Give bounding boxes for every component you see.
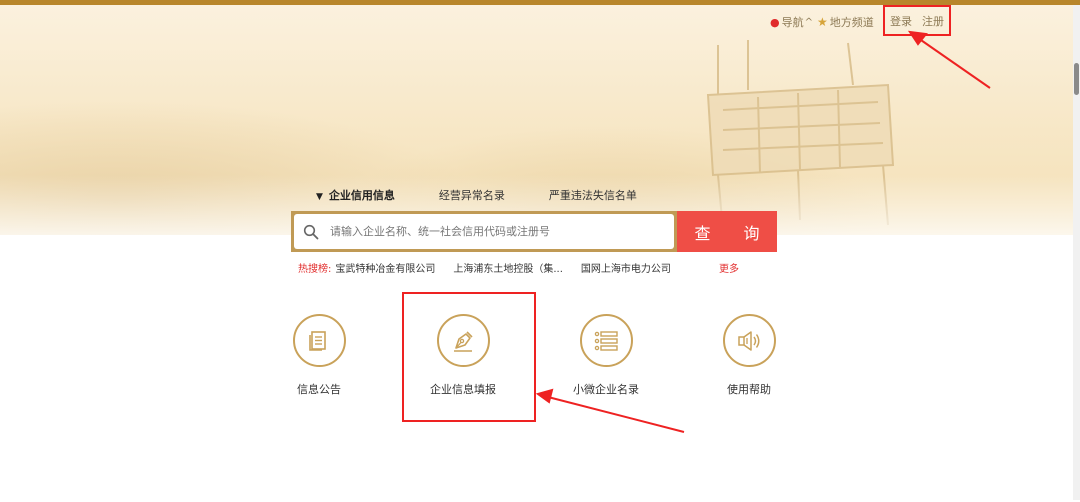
service-small-enterprise-list[interactable]: 小微企业名录 bbox=[551, 314, 661, 397]
service-help[interactable]: 使用帮助 bbox=[694, 314, 804, 397]
service-icon-circle[interactable] bbox=[722, 314, 776, 367]
star-icon: ★ bbox=[817, 15, 828, 29]
tab-label: 企业信用信息 bbox=[328, 189, 395, 202]
service-icon-circle[interactable] bbox=[292, 314, 346, 367]
local-channel-link[interactable]: ★ 地方频道 bbox=[817, 14, 874, 30]
service-label: 信息公告 bbox=[297, 383, 341, 396]
search-field bbox=[294, 214, 674, 249]
nav-menu[interactable]: ● 导航 ^ bbox=[770, 14, 813, 30]
tab-label: 经营异常名录 bbox=[438, 189, 505, 202]
highlight-box-enterprise-report bbox=[402, 292, 536, 422]
auth-links-highlight: 登录 注册 bbox=[883, 5, 951, 36]
annotation-arrow-report bbox=[547, 396, 685, 433]
hot-search-keyword[interactable]: 宝武特种冶金有限公司 bbox=[335, 260, 435, 275]
service-info-announcement[interactable]: 信息公告 bbox=[264, 314, 374, 397]
arrow-head-icon bbox=[535, 388, 554, 404]
tab-serious-violation-list[interactable]: 严重违法失信名单 bbox=[549, 187, 637, 203]
search-button[interactable]: 查 询 bbox=[677, 211, 777, 252]
search-bar: 查 询 bbox=[291, 211, 777, 252]
nav-label: 导航 bbox=[781, 16, 804, 29]
register-link[interactable]: 注册 bbox=[922, 13, 944, 29]
hot-search-row: 热搜榜: 宝武特种冶金有限公司 上海浦东土地控股（集... 国网上海市电力公司 … bbox=[298, 260, 739, 275]
tab-enterprise-credit[interactable]: ▼ 企业信用信息 bbox=[316, 187, 395, 203]
triangle-down-icon: ▼ bbox=[316, 192, 323, 202]
tab-abnormal-list[interactable]: 经营异常名录 bbox=[439, 187, 505, 203]
service-icon-circle[interactable] bbox=[579, 314, 633, 367]
hot-search-keyword[interactable]: 国网上海市电力公司 bbox=[581, 260, 671, 275]
service-label: 使用帮助 bbox=[727, 383, 771, 396]
list-icon bbox=[594, 330, 618, 351]
scrollbar[interactable] bbox=[1073, 5, 1080, 500]
top-nav: ● 导航 ^ ★ 地方频道 bbox=[770, 14, 878, 30]
channel-label: 地方频道 bbox=[829, 16, 874, 29]
speaker-icon bbox=[738, 330, 760, 351]
hot-search-keyword[interactable]: 上海浦东土地控股（集... bbox=[453, 260, 563, 275]
location-pin-icon: ● bbox=[770, 15, 780, 29]
tab-label: 严重违法失信名单 bbox=[548, 189, 637, 202]
chevron-up-icon: ^ bbox=[804, 16, 813, 28]
search-input[interactable] bbox=[328, 224, 652, 239]
document-icon bbox=[309, 330, 326, 351]
search-icon bbox=[294, 224, 328, 240]
search-box-frame bbox=[291, 211, 677, 252]
hot-search-label: 热搜榜: bbox=[298, 264, 332, 275]
more-link[interactable]: 更多 bbox=[719, 260, 739, 275]
scrollbar-thumb[interactable] bbox=[1074, 63, 1079, 95]
service-label: 小微企业名录 bbox=[573, 383, 639, 396]
login-link[interactable]: 登录 bbox=[890, 13, 912, 29]
search-tabs: ▼ 企业信用信息 经营异常名录 严重违法失信名单 bbox=[316, 187, 681, 203]
